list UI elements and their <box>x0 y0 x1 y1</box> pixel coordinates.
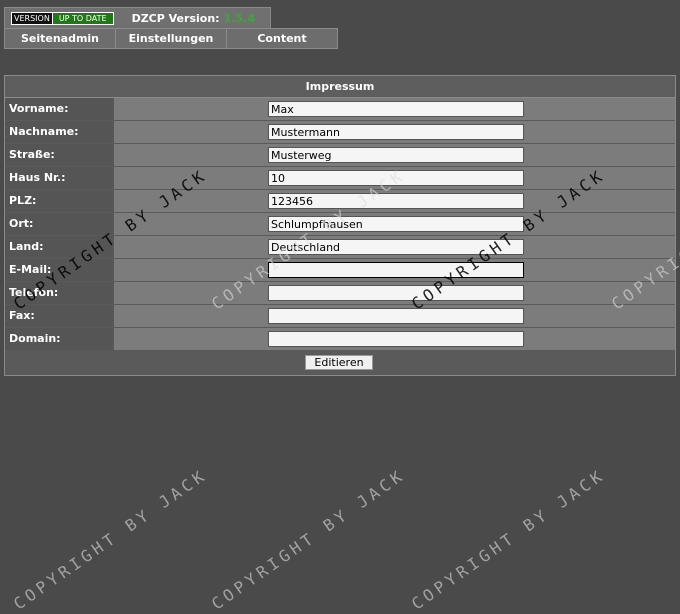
field-label: Vorname: <box>5 98 114 120</box>
strasse-input[interactable] <box>268 147 524 163</box>
fax-input[interactable] <box>268 308 524 324</box>
form-title: Impressum <box>5 76 675 98</box>
form-row-strasse: Straße: <box>5 144 675 167</box>
field-label: Telefon: <box>5 282 114 304</box>
version-badge-right: UP TO DATE <box>51 13 113 24</box>
form-row-vorname: Vorname: <box>5 98 675 121</box>
menu-item-seitenadmin[interactable]: Seitenadmin <box>5 29 116 48</box>
email-input[interactable] <box>268 262 524 278</box>
ort-input[interactable] <box>268 216 524 232</box>
land-input[interactable] <box>268 239 524 255</box>
domain-input[interactable] <box>268 331 524 347</box>
field-label: Domain: <box>5 328 114 350</box>
field-label: Nachname: <box>5 121 114 143</box>
hausnr-input[interactable] <box>268 170 524 186</box>
menu-item-content[interactable]: Content <box>227 29 337 48</box>
version-badge: VERSION UP TO DATE <box>11 12 114 25</box>
form-row-telefon: Telefon: <box>5 282 675 305</box>
admin-menu: Seitenadmin Einstellungen Content <box>4 28 338 49</box>
edit-button[interactable]: Editieren <box>305 355 373 370</box>
version-label: DZCP Version: <box>131 12 220 25</box>
watermark: COPYRIGHT BY JACK <box>10 465 211 614</box>
form-row-ort: Ort: <box>5 213 675 236</box>
plz-input[interactable] <box>268 193 524 209</box>
version-bar: VERSION UP TO DATE DZCP Version: 1.5.4 <box>4 7 271 29</box>
field-label: Haus Nr.: <box>5 167 114 189</box>
form-row-nachname: Nachname: <box>5 121 675 144</box>
field-label: Ort: <box>5 213 114 235</box>
field-label: Straße: <box>5 144 114 166</box>
impressum-form: Impressum Vorname: Nachname: Straße: Hau… <box>4 75 676 376</box>
version-badge-left: VERSION <box>12 13 52 24</box>
version-value: 1.5.4 <box>223 12 255 25</box>
form-row-email: E-Mail: <box>5 259 675 282</box>
watermark: COPYRIGHT BY JACK <box>408 465 609 614</box>
form-row-domain: Domain: <box>5 328 675 351</box>
form-row-fax: Fax: <box>5 305 675 328</box>
field-label: Land: <box>5 236 114 258</box>
form-row-land: Land: <box>5 236 675 259</box>
form-footer: Editieren <box>5 351 675 374</box>
field-label: PLZ: <box>5 190 114 212</box>
nachname-input[interactable] <box>268 124 524 140</box>
watermark: COPYRIGHT BY JACK <box>208 465 409 614</box>
form-row-hausnr: Haus Nr.: <box>5 167 675 190</box>
vorname-input[interactable] <box>268 101 524 117</box>
field-label: E-Mail: <box>5 259 114 281</box>
telefon-input[interactable] <box>268 285 524 301</box>
field-label: Fax: <box>5 305 114 327</box>
menu-item-einstellungen[interactable]: Einstellungen <box>116 29 227 48</box>
form-row-plz: PLZ: <box>5 190 675 213</box>
